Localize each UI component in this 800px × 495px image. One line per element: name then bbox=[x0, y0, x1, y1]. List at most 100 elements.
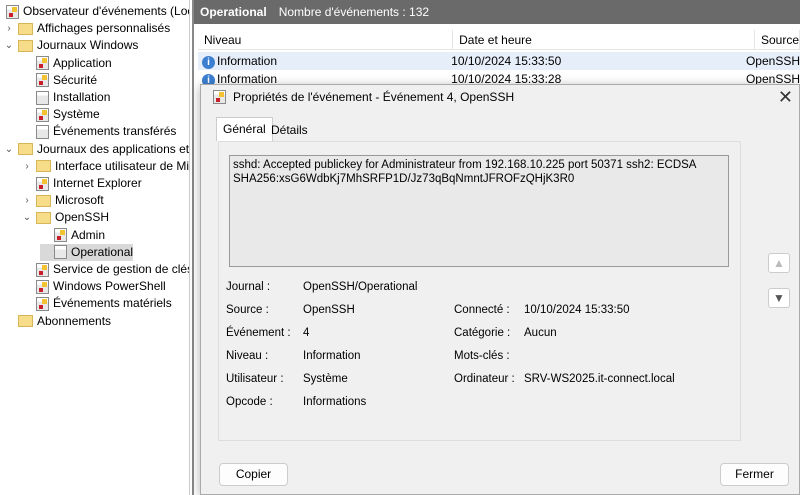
tree-item-label: Système bbox=[53, 107, 100, 122]
chevron-down-icon[interactable]: ⌄ bbox=[4, 141, 14, 158]
evenement-value: 4 bbox=[303, 327, 310, 339]
tree-item-label: Affichages personnalisés bbox=[37, 21, 171, 36]
tree-item[interactable]: Sécurité bbox=[22, 72, 97, 89]
tree-item-label: Événements transférés bbox=[53, 124, 177, 139]
tree-item[interactable]: Internet Explorer bbox=[22, 175, 142, 192]
tree-item[interactable]: Événements matériels bbox=[22, 295, 172, 312]
tree-item-label: Application bbox=[53, 55, 112, 70]
folder-icon bbox=[36, 211, 51, 224]
tree-item[interactable]: ⌄ Journaux Windows bbox=[4, 37, 139, 54]
previous-event-button[interactable]: ▲ bbox=[768, 253, 790, 273]
tree-item-label: Windows PowerShell bbox=[53, 279, 166, 294]
next-event-button[interactable]: ▼ bbox=[768, 288, 790, 308]
close-icon[interactable]: ✕ bbox=[778, 87, 793, 108]
log-name: Operational bbox=[200, 5, 267, 19]
ordinateur-label: Ordinateur : bbox=[454, 373, 515, 385]
tree-item[interactable]: Operational bbox=[40, 243, 134, 261]
log-icon bbox=[36, 124, 49, 139]
tree-item[interactable]: Système bbox=[22, 106, 100, 123]
tree-item[interactable]: Abonnements bbox=[4, 313, 111, 330]
log-icon bbox=[36, 176, 49, 191]
log-header: Operational Nombre d'événements : 132 bbox=[194, 0, 800, 24]
log-icon bbox=[54, 228, 67, 243]
tree-item[interactable]: Admin bbox=[40, 227, 105, 244]
categorie-value: Aucun bbox=[524, 327, 557, 339]
tree-item[interactable]: Application bbox=[22, 55, 112, 72]
folder-icon bbox=[18, 39, 33, 52]
event-viewer-icon bbox=[213, 90, 226, 104]
log-icon bbox=[36, 56, 49, 71]
tree-item[interactable]: Observateur d'événements (Local) bbox=[6, 3, 190, 20]
niveau-label: Niveau : bbox=[226, 350, 269, 362]
source: OpenSSH bbox=[745, 54, 800, 68]
folder-icon bbox=[18, 143, 33, 156]
tree-item[interactable]: Service de gestion de clés bbox=[22, 261, 190, 278]
journal-label: Journal : bbox=[226, 281, 271, 293]
log-icon bbox=[36, 90, 49, 105]
tree-item-label: Microsoft bbox=[55, 193, 104, 208]
evenement-label: Événement : bbox=[226, 327, 291, 339]
ordinateur-value: SRV-WS2025.it-connect.local bbox=[524, 373, 675, 385]
copy-button[interactable]: Copier bbox=[219, 463, 288, 486]
opcode-label: Opcode : bbox=[226, 396, 273, 408]
utilisateur-value: Système bbox=[303, 373, 348, 385]
dialog-title-bar: Propriétés de l'événement - Événement 4,… bbox=[213, 90, 514, 104]
tree-item-label: Observateur d'événements (Local) bbox=[23, 4, 190, 18]
tab-details[interactable]: Détails bbox=[265, 119, 314, 141]
tree-item[interactable]: › Interface utilisateur de Microsoft bbox=[22, 158, 190, 175]
table-row[interactable]: i Information 10/10/2024 15:33:50 OpenSSH bbox=[198, 52, 800, 70]
log-icon bbox=[6, 4, 19, 19]
niveau-value: Information bbox=[303, 350, 361, 362]
categorie-label: Catégorie : bbox=[454, 327, 511, 339]
folder-icon bbox=[18, 22, 33, 35]
connecte-label: Connecté : bbox=[454, 304, 510, 316]
source-value: OpenSSH bbox=[303, 304, 355, 316]
arrow-up-icon: ▲ bbox=[773, 256, 785, 270]
tree-item[interactable]: Installation bbox=[22, 89, 110, 106]
dialog-title: Propriétés de l'événement - Événement 4,… bbox=[233, 90, 515, 104]
event-message[interactable]: sshd: Accepted publickey for Administrat… bbox=[229, 155, 729, 267]
tree-item-label: Abonnements bbox=[37, 313, 112, 328]
log-icon bbox=[36, 107, 49, 122]
opcode-value: Informations bbox=[303, 396, 367, 408]
tree-item[interactable]: Windows PowerShell bbox=[22, 278, 166, 295]
tree-item[interactable]: Événements transférés bbox=[22, 123, 176, 140]
tree-item[interactable]: ⌄ Journaux des applications et services bbox=[4, 141, 190, 158]
tree-item[interactable]: ⌄ OpenSSH bbox=[22, 209, 109, 226]
column-niveau[interactable]: Niveau bbox=[198, 30, 454, 49]
tree-item[interactable]: › Affichages personnalisés bbox=[4, 20, 170, 37]
tree-item-label: Journaux des applications et services bbox=[37, 141, 190, 156]
tree-item-label: Service de gestion de clés bbox=[53, 262, 190, 276]
folder-icon bbox=[18, 315, 33, 328]
chevron-right-icon[interactable]: › bbox=[22, 158, 32, 175]
tree-item-label: Journaux Windows bbox=[37, 38, 139, 53]
arrow-down-icon: ▼ bbox=[773, 291, 785, 305]
log-icon bbox=[36, 279, 49, 294]
close-button[interactable]: Fermer bbox=[720, 463, 789, 486]
column-date[interactable]: Date et heure bbox=[453, 30, 755, 49]
log-icon bbox=[54, 245, 67, 260]
chevron-right-icon[interactable]: › bbox=[22, 192, 32, 209]
event-count: Nombre d'événements : 132 bbox=[278, 5, 430, 19]
tree-item-label: Internet Explorer bbox=[53, 176, 142, 190]
source-label: Source : bbox=[226, 304, 269, 316]
chevron-right-icon[interactable]: › bbox=[4, 20, 14, 37]
folder-icon bbox=[36, 160, 51, 173]
date: 10/10/2024 15:33:50 bbox=[451, 54, 562, 68]
log-icon bbox=[36, 296, 49, 311]
log-icon bbox=[36, 73, 49, 88]
navigation-tree: Observateur d'événements (Local) › Afficha… bbox=[0, 0, 190, 495]
chevron-down-icon[interactable]: ⌄ bbox=[22, 209, 32, 226]
tree-item-label: Operational bbox=[71, 244, 134, 259]
column-source[interactable]: Source bbox=[755, 30, 800, 49]
tree-item-label: Admin bbox=[71, 227, 106, 242]
motscles-label: Mots-clés : bbox=[454, 350, 510, 362]
tree-item-label: Sécurité bbox=[53, 72, 98, 87]
tree-item-label: Installation bbox=[53, 90, 111, 104]
tree-item-label: OpenSSH bbox=[55, 210, 110, 225]
tree-item-label: Interface utilisateur de Microsoft bbox=[55, 158, 190, 173]
chevron-down-icon[interactable]: ⌄ bbox=[4, 37, 14, 54]
utilisateur-label: Utilisateur : bbox=[226, 373, 284, 385]
tree-item[interactable]: › Microsoft bbox=[22, 192, 104, 209]
log-icon bbox=[36, 262, 49, 277]
